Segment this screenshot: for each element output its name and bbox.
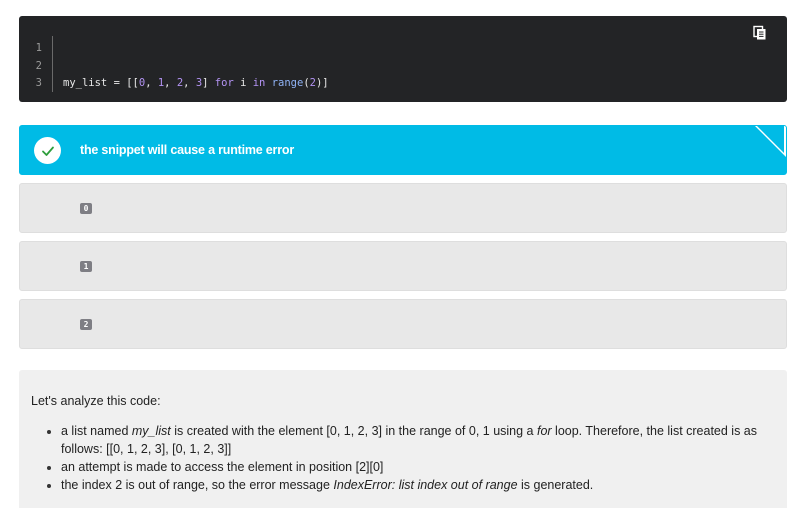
text: a list named <box>61 424 132 438</box>
explanation-item: a list named my_list is created with the… <box>47 422 773 458</box>
explanation-panel: Let's analyze this code: a list named my… <box>19 370 787 508</box>
copy-icon[interactable] <box>752 25 768 41</box>
answer-option-runtime-error[interactable]: the snippet will cause a runtime error <box>19 125 787 175</box>
line-numbers: 1 2 3 <box>32 40 42 93</box>
corner-ribbon-inner <box>757 126 784 153</box>
check-badge <box>34 137 61 164</box>
answer-option-0[interactable]: 0 <box>19 183 787 233</box>
line-number: 1 <box>35 42 42 54</box>
explanation-list: a list named my_list is created with the… <box>47 422 773 494</box>
copy-button[interactable] <box>752 25 768 41</box>
explanation-item: the index 2 is out of range, so the erro… <box>47 476 773 494</box>
text: an attempt is made to access the element… <box>61 460 384 474</box>
text: the index 2 is out of range, so the erro… <box>61 478 334 492</box>
option-code-chip: 0 <box>80 203 92 214</box>
option-label: the snippet will cause a runtime error <box>80 143 294 157</box>
error-message: IndexError: list index out of range <box>333 478 518 492</box>
answer-option-2[interactable]: 2 <box>19 299 787 349</box>
code-snippet: 1 2 3 my_list = [[0, 1, 2, 3] for i in r… <box>19 16 787 142</box>
option-code-chip: 2 <box>80 319 92 330</box>
var-name: my_list <box>131 424 171 438</box>
code-line-1: my_list = [[0, 1, 2, 3] for i in range(2… <box>63 77 329 89</box>
text: is created with the element [0, 1, 2, 3]… <box>170 424 537 438</box>
option-code-chip: 1 <box>80 261 92 272</box>
answer-option-1[interactable]: 1 <box>19 241 787 291</box>
explanation-intro: Let's analyze this code: <box>31 394 161 408</box>
check-icon <box>41 146 54 156</box>
explanation-item: an attempt is made to access the element… <box>47 458 773 476</box>
keyword: for <box>536 424 552 438</box>
line-number: 2 <box>35 59 42 72</box>
line-number: 3 <box>35 77 42 89</box>
text: is generated. <box>517 478 594 492</box>
gutter-divider <box>52 36 53 92</box>
